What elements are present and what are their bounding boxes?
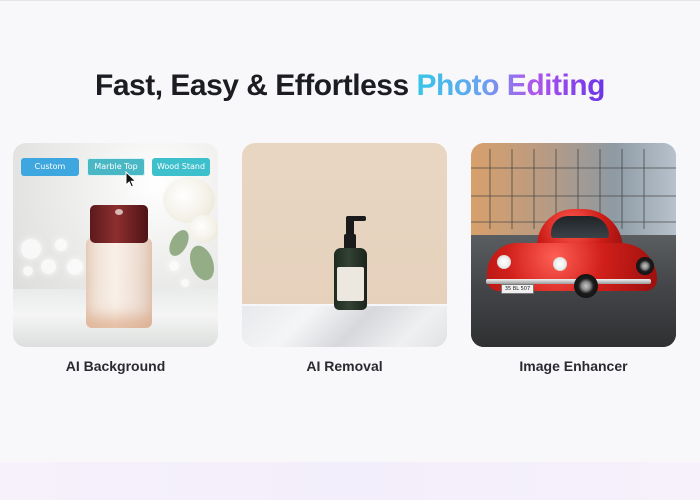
car-windshield <box>551 216 609 238</box>
headlight <box>497 255 511 269</box>
chip-wood-stand[interactable]: Wood Stand <box>152 158 210 176</box>
ai-removal-image[interactable] <box>242 143 447 347</box>
window-mullion <box>511 149 513 229</box>
floor-line <box>471 167 676 169</box>
floor-line <box>471 195 676 197</box>
card-ai-background[interactable]: Custom Marble Top Wood Stand AI Backgrou… <box>13 143 218 375</box>
window-mullion <box>533 149 535 229</box>
background-options: Custom Marble Top Wood Stand <box>21 158 216 177</box>
bottle-label <box>337 267 364 301</box>
rear-wheel <box>636 257 654 275</box>
window-mullion <box>643 149 645 229</box>
marble-ledge <box>242 304 447 347</box>
leaf <box>185 242 218 284</box>
image-enhancer-image[interactable]: 35 BL 507 <box>471 143 676 347</box>
bokeh-light <box>21 239 41 259</box>
bokeh-light <box>55 239 67 251</box>
chip-custom[interactable]: Custom <box>21 158 79 176</box>
heading-plain-text: Fast, Easy & Effortless <box>95 69 417 102</box>
card-caption[interactable]: Image Enhancer <box>471 357 676 375</box>
bokeh-light <box>23 266 33 276</box>
bokeh-light <box>169 261 179 271</box>
section-heading: Fast, Easy & Effortless Photo Editing <box>0 67 700 105</box>
feature-cards: Custom Marble Top Wood Stand AI Backgrou… <box>13 143 688 383</box>
window-mullion <box>621 149 623 229</box>
bokeh-light <box>41 259 56 274</box>
candle-jar <box>86 238 152 328</box>
license-plate: 35 BL 507 <box>501 284 534 294</box>
heading-accent-text: Photo Editing <box>416 69 606 102</box>
top-divider <box>0 0 700 1</box>
next-section-band <box>0 462 700 500</box>
window-mullion <box>489 149 491 229</box>
headlight <box>553 257 567 271</box>
card-caption[interactable]: AI Background <box>13 357 218 375</box>
bokeh-light <box>67 259 83 275</box>
card-caption[interactable]: AI Removal <box>242 357 447 375</box>
photo-editing-section: Fast, Easy & Effortless Photo Editing Cu… <box>0 0 700 500</box>
bokeh-light <box>181 279 189 287</box>
card-ai-removal[interactable]: AI Removal <box>242 143 447 375</box>
pump-head <box>346 217 354 235</box>
mouse-pointer-icon <box>125 171 137 188</box>
front-wheel <box>574 274 598 298</box>
white-rose <box>189 215 218 243</box>
card-image-enhancer[interactable]: 35 BL 507 Image Enhancer <box>471 143 676 375</box>
ai-background-image[interactable]: Custom Marble Top Wood Stand <box>13 143 218 347</box>
lid-highlight <box>115 209 123 215</box>
